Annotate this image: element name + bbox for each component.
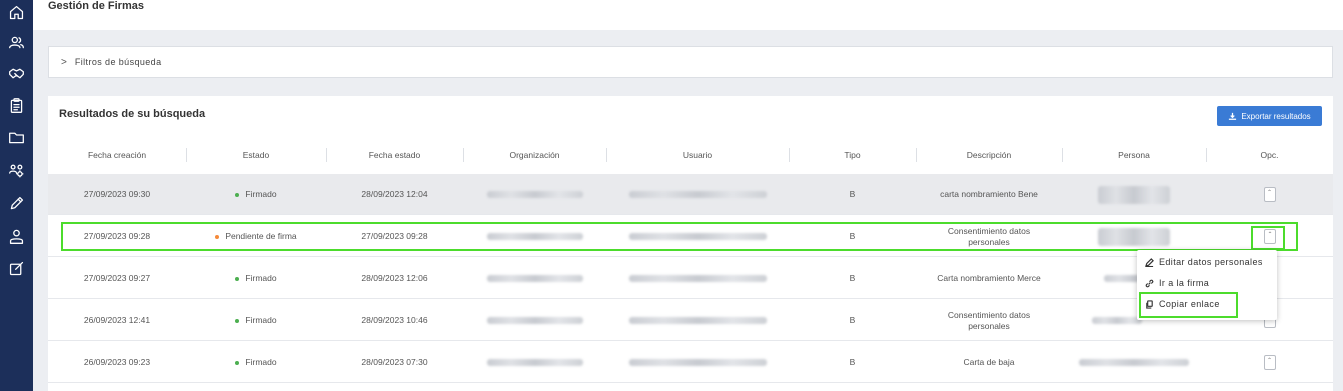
home-icon[interactable] [6,2,26,22]
tipo-cell: B [849,315,856,325]
fecha-creacion-cell: 27/09/2023 09:27 [83,273,151,283]
descripcion-cell: Carta nombramiento Merce [937,273,1041,283]
usuario-cell [606,258,789,299]
opciones-cell: ⌃ [1206,174,1333,215]
column-header[interactable]: Usuario [606,144,789,166]
highlight-copy-link [1139,292,1238,318]
organizacion-cell [463,342,606,383]
menu-item-edit-personal-data[interactable]: Editar datos personales [1137,252,1277,272]
download-icon [1229,112,1237,120]
fecha-creacion-cell: 26/09/2023 09:23 [83,357,151,367]
column-header[interactable]: Fecha estado [326,144,463,166]
export-results-label: Exportar resultados [1241,111,1311,121]
menu-item-label: Ir a la firma [1159,278,1210,288]
tipo-cell: B [849,357,856,367]
fecha-estado-cell: 28/09/2023 12:06 [361,273,428,283]
descripcion-cell: carta nombramiento Bene [940,189,1038,199]
organizacion-cell [463,174,606,215]
column-header[interactable]: Estado [186,144,326,166]
handshake-icon[interactable] [6,63,26,83]
status-dot [235,360,240,365]
users-icon[interactable] [6,32,26,52]
redacted-usuario [628,317,767,324]
fecha-estado-cell: 28/09/2023 12:04 [361,189,428,199]
edit-square-icon[interactable] [6,258,26,278]
tipo-cell: B [849,273,856,283]
persona-cell [1062,174,1206,215]
estado-cell: Firmado [186,342,326,383]
estado-cell: Firmado [186,300,326,341]
options-icon: ⌃ [1266,190,1273,196]
fecha-creacion-cell: 26/09/2023 12:41 [83,315,151,325]
fecha-estado-cell: 28/09/2023 10:46 [361,315,428,325]
fecha-creacion-cell: 27/09/2023 09:30 [83,189,151,199]
top-bar: Gestión de Firmas [33,0,1343,30]
table-row[interactable]: 26/09/2023 09:23 Firmado 28/09/2023 07:3… [48,342,1333,383]
column-header[interactable]: Fecha creación [48,144,186,166]
redacted-organizacion [486,359,583,366]
redacted-organizacion [486,317,583,324]
pencil-icon [1145,257,1154,267]
estado-label: Firmado [245,189,277,199]
highlight-selected-row [61,222,1298,251]
menu-item-label: Editar datos personales [1159,257,1263,267]
options-icon: ⌃ [1266,358,1273,364]
estado-label: Firmado [245,315,277,325]
link-icon [1145,279,1154,287]
table-header: Fecha creación Estado Fecha estado Organ… [48,144,1333,166]
results-title: Resultados de su búsqueda [59,108,206,120]
redacted-persona [1098,185,1170,204]
column-header[interactable]: Organización [463,144,606,166]
page-title: Gestión de Firmas [48,0,144,12]
team-settings-icon[interactable] [6,160,26,180]
status-dot [235,318,240,323]
organizacion-cell [463,300,606,341]
column-header: Opc. [1260,150,1279,160]
organizacion-cell [463,258,606,299]
row-options-button[interactable]: ⌃ [1263,187,1276,202]
estado-cell: Firmado [186,174,326,215]
estado-label: Firmado [245,273,277,283]
sidebar [0,0,33,391]
export-results-button[interactable]: Exportar resultados [1217,106,1322,126]
folder-icon[interactable] [6,127,26,147]
highlight-options-button [1251,226,1285,250]
chevron-right-icon: > [61,56,67,68]
redacted-usuario [628,191,767,198]
table-row[interactable]: 27/09/2023 09:30 Firmado 28/09/2023 12:0… [48,174,1333,215]
tipo-cell: B [849,189,856,199]
column-header[interactable]: Tipo [789,144,916,166]
usuario-cell [606,300,789,341]
status-dot [235,276,240,281]
menu-item-go-to-signature[interactable]: Ir a la firma [1137,273,1277,293]
descripcion-cell: Consentimiento datos personales [947,309,1031,331]
usuario-cell [606,342,789,383]
person-icon[interactable] [6,226,26,246]
opciones-cell: ⌃ [1206,342,1333,383]
row-options-button[interactable]: ⌃ [1263,355,1276,370]
redacted-usuario [628,359,767,366]
pen-icon[interactable] [6,193,26,213]
column-header[interactable]: Descripción [916,144,1062,166]
estado-cell: Firmado [186,258,326,299]
redacted-persona [1092,317,1142,324]
redacted-organizacion [486,191,583,198]
search-filters-toggle[interactable]: > Filtros de búsqueda [48,46,1333,78]
column-header[interactable]: Persona [1062,144,1206,166]
redacted-persona [1079,359,1189,366]
usuario-cell [606,174,789,215]
estado-label: Firmado [245,357,277,367]
persona-cell [1062,342,1206,383]
search-filters-label: Filtros de búsqueda [74,57,162,67]
descripcion-cell: Carta de baja [963,357,1015,367]
redacted-organizacion [486,275,583,282]
clipboard-icon[interactable] [6,95,26,115]
redacted-usuario [628,275,767,282]
fecha-estado-cell: 28/09/2023 07:30 [361,357,428,367]
status-dot [235,192,240,197]
